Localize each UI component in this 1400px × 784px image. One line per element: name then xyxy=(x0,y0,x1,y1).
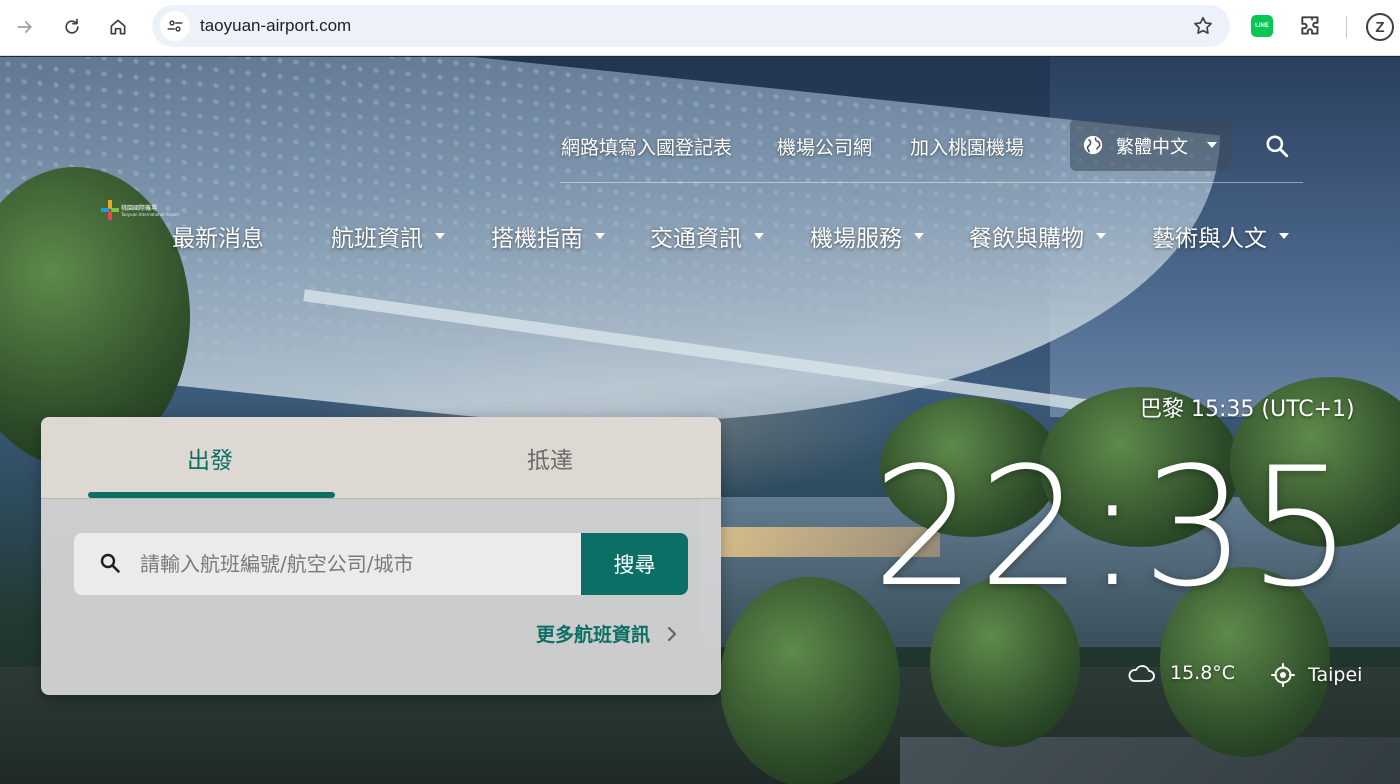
top-link-join-airport[interactable]: 加入桃園機場 xyxy=(910,133,1024,160)
local-time: 22:35 xyxy=(872,432,1355,623)
language-select[interactable]: 繁體中文 xyxy=(1070,119,1231,171)
nav-item-flights[interactable]: 航班資訊 xyxy=(331,219,445,253)
nav-item-boarding-guide[interactable]: 搭機指南 xyxy=(491,219,605,253)
chevron-down-icon xyxy=(1207,142,1217,148)
home-button[interactable] xyxy=(99,8,137,46)
nav-item-label: 機場服務 xyxy=(810,226,902,252)
nav-item-arts-culture[interactable]: 藝術與人文 xyxy=(1152,219,1289,253)
nav-item-transport[interactable]: 交通資訊 xyxy=(650,219,764,253)
language-label: 繁體中文 xyxy=(1116,137,1188,158)
address-bar[interactable]: taoyuan-airport.com xyxy=(152,5,1230,47)
nav-item-label: 最新消息 xyxy=(172,226,264,252)
nav-item-label: 餐飲與購物 xyxy=(969,226,1084,252)
globe-icon xyxy=(1083,135,1103,155)
more-flight-info-link[interactable]: 更多航班資訊 xyxy=(536,620,678,647)
nav-item-label: 交通資訊 xyxy=(650,226,742,252)
chevron-down-icon xyxy=(1279,233,1289,239)
walkway xyxy=(900,737,1400,784)
site-info-button[interactable] xyxy=(160,11,190,41)
flight-search-field[interactable] xyxy=(74,533,582,595)
chevron-down-icon xyxy=(595,233,605,239)
nav-item-services[interactable]: 機場服務 xyxy=(810,219,924,253)
logo-subtext: Taoyuan International Airport xyxy=(121,212,180,217)
search-icon xyxy=(100,553,120,573)
tab-departure[interactable]: 出發 xyxy=(187,441,233,475)
more-flight-info-label: 更多航班資訊 xyxy=(536,624,651,646)
profile-avatar[interactable]: Z xyxy=(1366,13,1394,41)
chevron-down-icon xyxy=(754,233,764,239)
world-clock-paris: 巴黎 15:35 (UTC+1) xyxy=(1140,397,1355,422)
airport-logo[interactable]: 桃園國際機場 Taoyuan International Airport xyxy=(101,198,180,224)
chevron-down-icon xyxy=(1096,233,1106,239)
active-tab-indicator xyxy=(88,492,335,498)
extensions-puzzle-icon[interactable] xyxy=(1298,13,1324,39)
url-text[interactable]: taoyuan-airport.com xyxy=(200,16,351,36)
weather-info: 15.8°C xyxy=(1126,662,1235,684)
header-divider xyxy=(560,182,1303,183)
nav-item-dining-shopping[interactable]: 餐飲與購物 xyxy=(969,219,1106,253)
star-icon[interactable] xyxy=(1192,15,1214,37)
reload-button[interactable] xyxy=(53,8,91,46)
chevron-down-icon xyxy=(435,233,445,239)
nav-item-news[interactable]: 最新消息 xyxy=(172,219,264,253)
tab-arrival[interactable]: 抵達 xyxy=(527,441,573,475)
browser-toolbar: taoyuan-airport.com LINE Z xyxy=(0,0,1400,56)
flight-search-panel: 出發 抵達 搜尋 更多航班資訊 xyxy=(41,417,721,695)
nav-item-label: 航班資訊 xyxy=(331,226,423,252)
tune-icon xyxy=(167,20,183,32)
line-extension-icon[interactable]: LINE xyxy=(1251,15,1273,37)
arrow-right-icon xyxy=(17,21,32,33)
nav-item-label: 藝術與人文 xyxy=(1152,226,1267,252)
reload-icon xyxy=(65,18,79,34)
cloud-icon xyxy=(1128,665,1155,682)
search-icon[interactable] xyxy=(1264,133,1290,159)
chevron-down-icon xyxy=(914,233,924,239)
location-city: Taipei xyxy=(1308,664,1363,686)
search-button[interactable]: 搜尋 xyxy=(581,533,688,595)
home-icon xyxy=(110,19,126,35)
flight-search-input[interactable] xyxy=(140,545,560,583)
flight-tabs: 出發 抵達 xyxy=(41,417,721,499)
logo-text: 桃園國際機場 xyxy=(121,205,158,212)
chevron-right-icon xyxy=(667,626,677,641)
toolbar-divider xyxy=(1346,16,1347,38)
location-target-icon xyxy=(1271,663,1295,687)
top-link-arrival-card[interactable]: 網路填寫入國登記表 xyxy=(561,133,732,160)
forward-button[interactable] xyxy=(6,8,44,46)
location-info: Taipei xyxy=(1270,662,1362,688)
nav-item-label: 搭機指南 xyxy=(491,226,583,252)
temperature: 15.8°C xyxy=(1170,662,1236,684)
top-link-airport-company[interactable]: 機場公司網 xyxy=(777,133,872,160)
logo-mark-icon xyxy=(101,200,119,220)
